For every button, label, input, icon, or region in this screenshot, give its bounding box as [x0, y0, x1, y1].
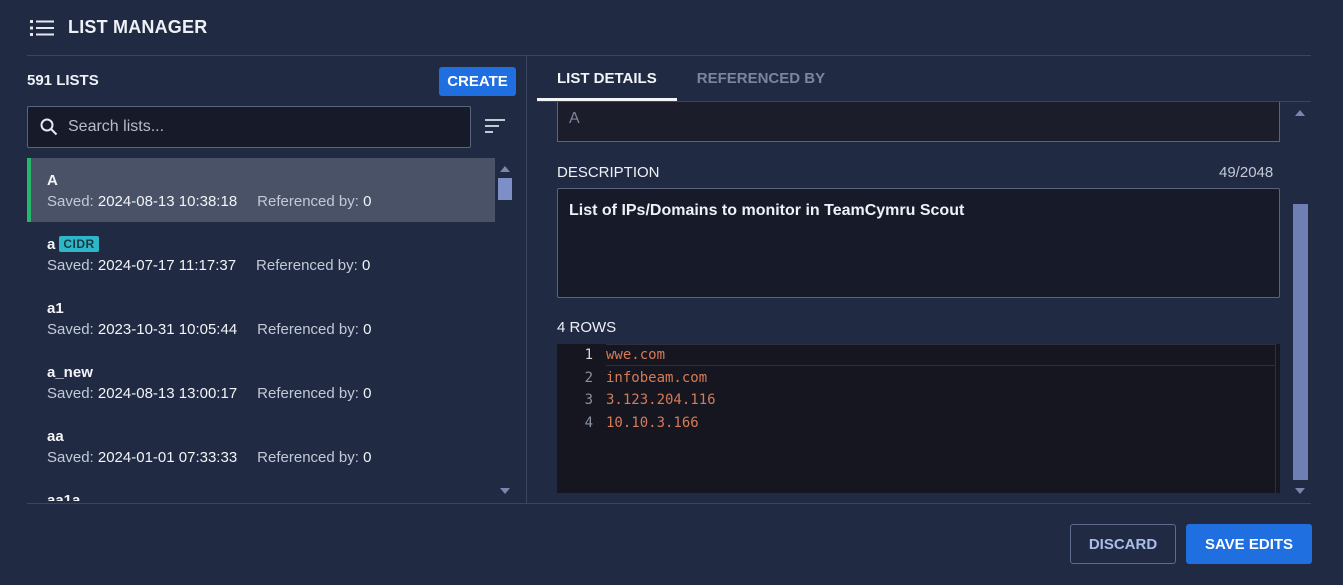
list-item-name: A: [47, 171, 58, 189]
line-number: 3: [584, 392, 593, 408]
name-field[interactable]: A: [557, 102, 1280, 142]
code-line: 3 3.123.204.116: [557, 389, 716, 411]
saved-value: 2023-10-31 10:05:44: [97, 321, 238, 338]
list-item[interactable]: a1 Saved: 2023-10-31 10:05:44 Referenced …: [27, 286, 495, 350]
sort-icon[interactable]: [485, 118, 505, 134]
referenced-value: 0: [363, 385, 372, 402]
list-item-name: a1: [47, 299, 64, 317]
current-line-highlight: [606, 344, 1275, 366]
list-item[interactable]: A Saved: 2024-08-13 10:38:18 Referenced b…: [27, 158, 495, 222]
lists-scrollbar[interactable]: [496, 158, 516, 501]
search-icon: [40, 118, 58, 136]
referenced-label: Referenced by:: [256, 257, 358, 274]
list-icon: [30, 19, 54, 36]
footer-divider: [27, 503, 1311, 504]
scroll-up-arrow-icon[interactable]: [500, 166, 510, 172]
list-item[interactable]: a_new Saved: 2024-08-13 13:00:17 Referenc…: [27, 350, 495, 414]
scroll-down-arrow-icon[interactable]: [500, 488, 510, 494]
line-text: 10.10.3.166: [606, 415, 699, 431]
rows-editor[interactable]: 1 wwe.com 2 infobeam.com 3 3.123.204.116…: [557, 344, 1280, 493]
list-item-name: a: [47, 235, 56, 253]
saved-label: Saved:: [47, 257, 94, 274]
line-number: 1: [584, 347, 593, 363]
scrollbar-thumb[interactable]: [498, 178, 512, 200]
referenced-value: 0: [361, 257, 371, 274]
referenced-label: Referenced by:: [257, 449, 359, 466]
line-number: 4: [584, 415, 593, 431]
referenced-label: Referenced by:: [257, 385, 359, 402]
list-item[interactable]: aa1a: [27, 478, 495, 502]
description-label: DESCRIPTION: [557, 164, 660, 181]
lists-panel: 591 LISTS CREATE A Saved: 2024-08-13 10:…: [27, 56, 527, 504]
page-header: LIST MANAGER: [27, 0, 1311, 56]
scrollbar-thumb[interactable]: [1293, 204, 1308, 480]
code-line: 1 wwe.com: [557, 344, 665, 366]
rows-label: 4 ROWS: [557, 319, 617, 336]
line-text: 3.123.204.116: [606, 392, 716, 408]
list-item[interactable]: aa Saved: 2024-01-01 07:33:33 Referenced …: [27, 414, 495, 478]
tab-referenced-by[interactable]: REFERENCED BY: [677, 56, 845, 101]
panel-divider: [526, 56, 527, 504]
list-item-name: aa: [47, 427, 64, 445]
line-text: wwe.com: [606, 347, 666, 363]
saved-value: 2024-08-13 13:00:17: [97, 385, 238, 402]
scroll-up-arrow-icon[interactable]: [1295, 110, 1305, 116]
line-number: 2: [584, 370, 593, 386]
code-line: 2 infobeam.com: [557, 367, 708, 389]
tab-bar: LIST DETAILS REFERENCED BY: [537, 56, 845, 101]
tab-list-details[interactable]: LIST DETAILS: [537, 56, 677, 101]
referenced-label: Referenced by:: [257, 193, 359, 210]
list-item[interactable]: a CIDR Saved: 2024-07-17 11:17:37 Referenc…: [27, 222, 495, 286]
saved-label: Saved:: [47, 321, 94, 338]
code-line: 4 10.10.3.166: [557, 412, 699, 434]
save-edits-button[interactable]: SAVE EDITS: [1186, 524, 1312, 564]
referenced-value: 0: [363, 321, 372, 338]
page-title: LIST MANAGER: [68, 17, 208, 37]
saved-value: 2024-07-17 11:17:37: [97, 257, 237, 274]
scroll-down-arrow-icon[interactable]: [1295, 488, 1305, 494]
create-button[interactable]: CREATE: [439, 67, 516, 96]
referenced-label: Referenced by:: [257, 321, 359, 338]
list-item-name: aa1a: [47, 491, 81, 502]
list-item-name: a_new: [47, 363, 93, 381]
line-text: infobeam.com: [606, 370, 708, 386]
referenced-value: 0: [363, 449, 372, 466]
saved-label: Saved:: [47, 449, 94, 466]
details-scrollbar[interactable]: [1292, 102, 1310, 502]
list-count: 591 LISTS: [27, 72, 99, 89]
editor-edge: [1275, 344, 1276, 493]
lists-list: A Saved: 2024-08-13 10:38:18 Referenced b…: [27, 158, 495, 501]
description-field[interactable]: List of IPs/Domains to monitor in TeamCy…: [557, 188, 1280, 298]
description-char-count: 49/2048: [1219, 164, 1274, 181]
saved-label: Saved:: [47, 385, 94, 402]
saved-value: 2024-08-13 10:38:18: [97, 193, 238, 210]
discard-button[interactable]: DISCARD: [1070, 524, 1176, 564]
saved-value: 2024-01-01 07:33:33: [97, 449, 238, 466]
search-box[interactable]: [27, 106, 471, 148]
search-input[interactable]: [68, 118, 448, 136]
details-panel: LIST DETAILS REFERENCED BY A DESCRIPTION…: [537, 56, 1311, 504]
cidr-badge: CIDR: [59, 236, 99, 252]
referenced-value: 0: [363, 193, 372, 210]
saved-label: Saved:: [47, 193, 94, 210]
